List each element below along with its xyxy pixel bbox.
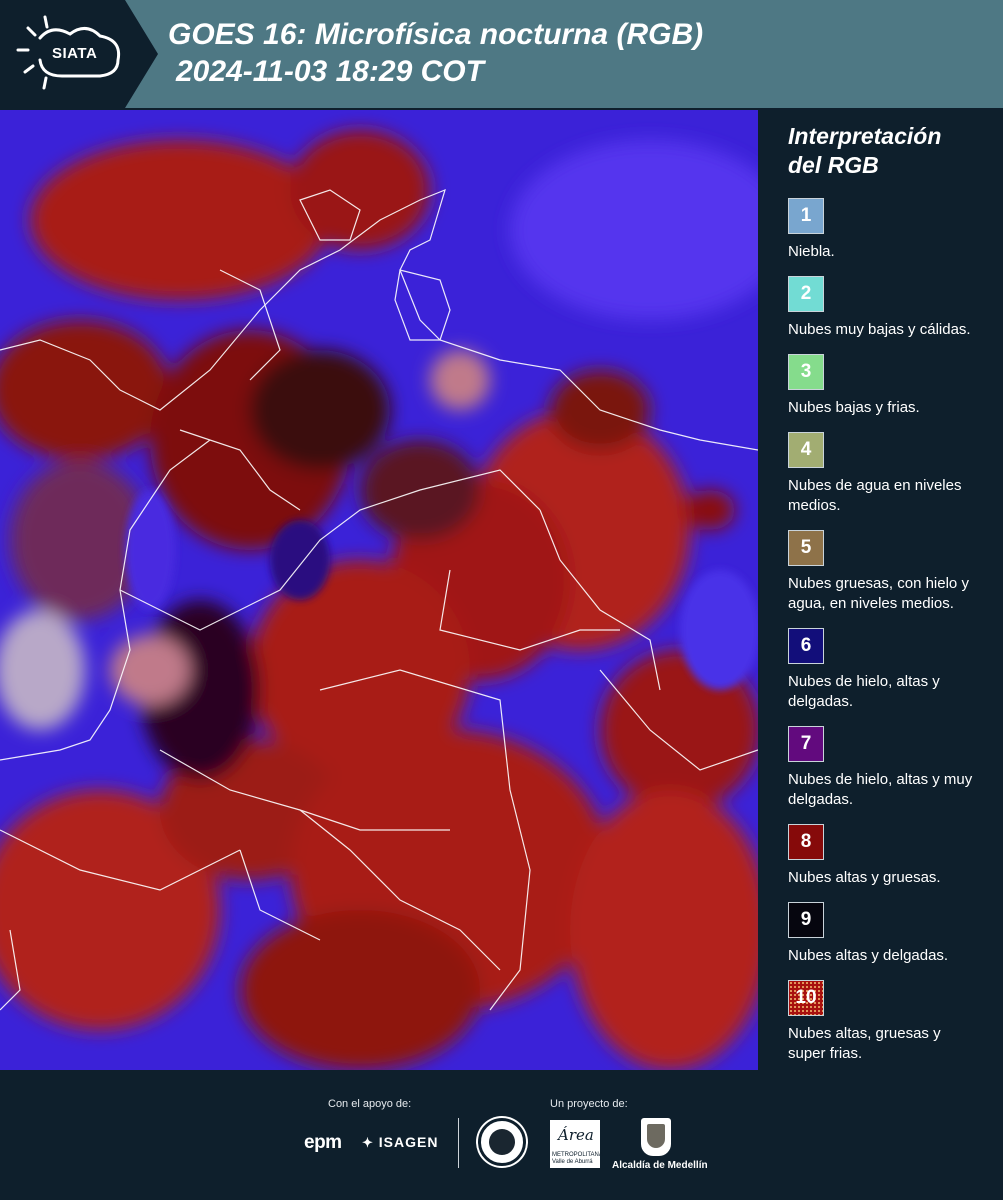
- legend-item: 9 Nubes altas y delgadas.: [788, 902, 1003, 966]
- legend-label: Nubes bajas y frias.: [788, 399, 920, 416]
- legend-panel: Interpretación del RGB 1 Niebla. 2 Nubes mu…: [760, 110, 1003, 1070]
- legend-item: 5 Nubes gruesas, con hielo y agua, en niv…: [788, 530, 1003, 614]
- area-logo-word: Área: [558, 1126, 594, 1144]
- epm-logo: epm: [304, 1132, 342, 1153]
- isagen-logo: ✦ ISAGEN: [362, 1134, 438, 1151]
- legend-title-line1: Interpretación: [788, 123, 942, 149]
- legend-label: Nubes altas y gruesas.: [788, 869, 941, 886]
- antioquia-seal-icon: [478, 1118, 526, 1166]
- isagen-logo-text: ISAGEN: [378, 1134, 439, 1150]
- satellite-map: [0, 110, 758, 1070]
- legend-swatch: 3: [788, 354, 824, 390]
- legend-label: Nubes de hielo, altas y muy delgadas.: [788, 771, 973, 808]
- legend-label: Niebla.: [788, 243, 835, 260]
- alcaldia-logo-text: Alcaldía de Medellín: [612, 1160, 708, 1171]
- medellin-crest-icon: [641, 1118, 671, 1156]
- legend-title-line2: del RGB: [788, 152, 879, 178]
- footer-bar: Con el apoyo de: Un proyecto de: epm ✦ I…: [0, 1070, 1003, 1200]
- footer-divider: [458, 1118, 459, 1168]
- project-label: Un proyecto de:: [550, 1098, 628, 1110]
- legend-item: 2 Nubes muy bajas y cálidas.: [788, 276, 1003, 340]
- header-bar: SIATA GOES 16: Microfísica nocturna (RGB…: [0, 0, 1003, 108]
- legend-item: 10 Nubes altas, gruesas y super frias.: [788, 980, 1003, 1064]
- legend-swatch: 7: [788, 726, 824, 762]
- legend-item: 4 Nubes de agua en niveles medios.: [788, 432, 1003, 516]
- legend-swatch: 1: [788, 198, 824, 234]
- legend-label: Nubes de agua en niveles medios.: [788, 477, 962, 514]
- legend-swatch: 9: [788, 902, 824, 938]
- legend-item: 3 Nubes bajas y frias.: [788, 354, 1003, 418]
- isagen-icon: ✦: [362, 1135, 374, 1150]
- area-metropolitana-logo: Área METROPOLITANA Valle de Aburrá: [550, 1120, 603, 1168]
- legend-label: Nubes altas, gruesas y super frias.: [788, 1025, 941, 1062]
- page-title: GOES 16: Microfísica nocturna (RGB) 2024…: [168, 16, 703, 90]
- title-product: GOES 16: Microfísica nocturna (RGB): [168, 18, 704, 51]
- legend-swatch: 4: [788, 432, 824, 468]
- legend-title: Interpretación del RGB: [788, 122, 1003, 180]
- legend-item: 6 Nubes de hielo, altas y delgadas.: [788, 628, 1003, 712]
- legend-swatch: 6: [788, 628, 824, 664]
- legend-swatch: 2: [788, 276, 824, 312]
- siata-logo-text: SIATA: [52, 45, 98, 62]
- legend-items: 1 Niebla. 2 Nubes muy bajas y cálidas. 3 Nube…: [788, 198, 1003, 1064]
- legend-label: Nubes altas y delgadas.: [788, 947, 949, 964]
- title-timestamp: 2024-11-03 18:29 COT: [176, 55, 484, 88]
- legend-item: 1 Niebla.: [788, 198, 1003, 262]
- legend-item: 7 Nubes de hielo, altas y muy delgadas.: [788, 726, 1003, 810]
- legend-item: 8 Nubes altas y gruesas.: [788, 824, 1003, 888]
- area-logo-subtitle: METROPOLITANA Valle de Aburrá: [552, 1152, 603, 1165]
- legend-swatch: 8: [788, 824, 824, 860]
- siata-logo: SIATA: [0, 0, 158, 108]
- legend-label: Nubes de hielo, altas y delgadas.: [788, 673, 940, 710]
- support-label: Con el apoyo de:: [328, 1098, 412, 1110]
- legend-swatch: 10: [788, 980, 824, 1016]
- legend-swatch: 5: [788, 530, 824, 566]
- legend-label: Nubes gruesas, con hielo y agua, en nive…: [788, 575, 969, 612]
- legend-label: Nubes muy bajas y cálidas.: [788, 321, 971, 338]
